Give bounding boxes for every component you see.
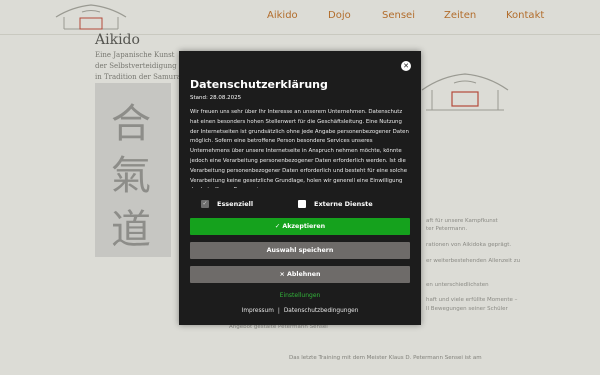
privacy-policy-link[interactable]: Datenschutzbedingungen <box>284 308 359 314</box>
checkbox-external[interactable]: Externe Dienste <box>298 199 373 209</box>
footer-links: Impressum | Datenschutzbedingungen <box>179 308 421 314</box>
save-selection-button[interactable]: Auswahl speichern <box>190 242 410 259</box>
close-icon[interactable]: ✕ <box>401 61 411 71</box>
link-separator: | <box>277 308 280 314</box>
check-icon: ✓ <box>201 200 209 208</box>
checkbox-external-box[interactable] <box>298 200 306 208</box>
checkbox-external-label[interactable]: Externe Dienste <box>314 200 373 208</box>
accept-button[interactable]: ✓ Akzeptieren <box>190 218 410 235</box>
privacy-text[interactable]: Wir freuen uns sehr über Ihr Interesse a… <box>190 108 412 188</box>
imprint-link[interactable]: Impressum <box>242 308 274 314</box>
settings-link[interactable]: Einstellungen <box>179 292 421 299</box>
checkbox-essential: ✓ Essenziell <box>201 199 253 209</box>
checkbox-essential-label: Essenziell <box>217 200 254 208</box>
dialog-title: Datenschutzerklärung <box>190 78 328 91</box>
cookie-consent-dialog: ✕ Datenschutzerklärung Stand: 28.08.2025… <box>179 51 421 325</box>
dialog-date: Stand: 28.08.2025 <box>190 95 242 101</box>
reject-button[interactable]: × Ablehnen <box>190 266 410 283</box>
